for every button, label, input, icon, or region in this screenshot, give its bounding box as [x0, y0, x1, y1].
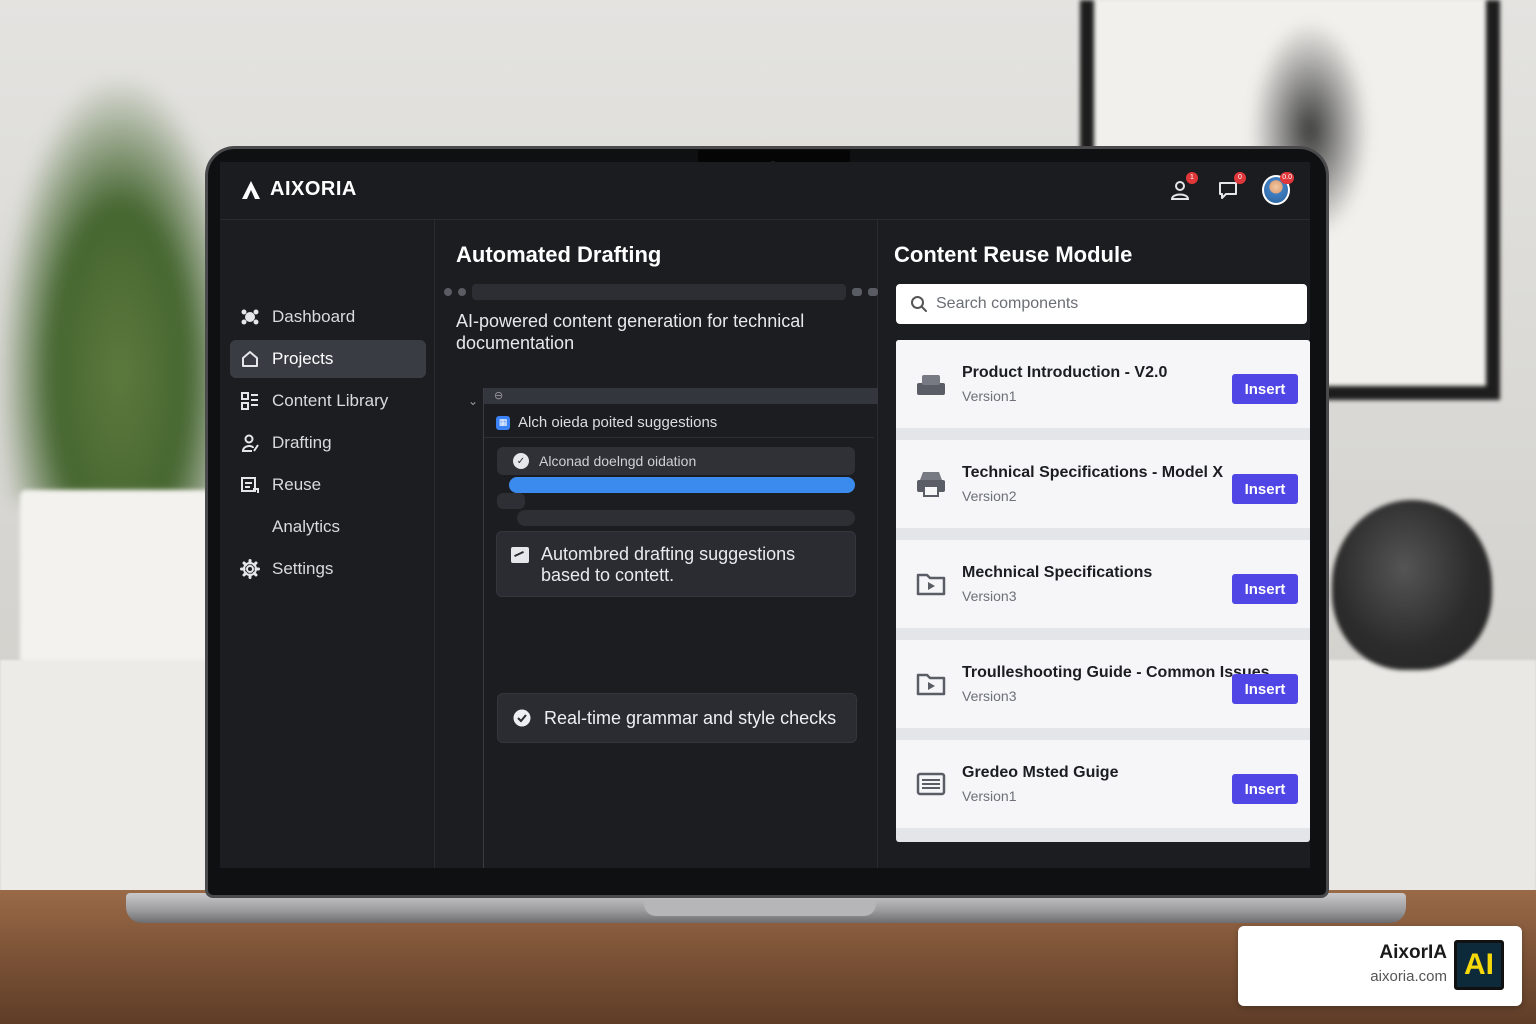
sidebar-item-drafting[interactable]: Drafting	[230, 424, 426, 462]
progress-bar	[509, 477, 855, 493]
editor-toolbar	[444, 284, 878, 300]
tree-header[interactable]: ⊖	[484, 388, 878, 404]
insert-button[interactable]: Insert	[1232, 774, 1298, 804]
sidebar-item-projects[interactable]: Projects	[230, 340, 426, 378]
sidebar-item-settings[interactable]: Settings	[230, 550, 426, 588]
sidebar-item-label: Drafting	[272, 433, 332, 452]
check-circle-icon: ✓	[513, 453, 529, 469]
watermark-badge: AixorIA aixoria.com AI	[1238, 926, 1522, 1006]
tree-row[interactable]: ▦ Alch oieda poited suggestions	[484, 408, 874, 438]
sidebar-item-label: Analytics	[272, 517, 341, 536]
reuse-icon	[240, 475, 260, 495]
chat-check-icon	[513, 709, 531, 727]
folder-play-icon	[914, 569, 948, 599]
document-lines-icon	[914, 769, 948, 799]
grammar-check-card[interactable]: Real-time grammar and style checks	[497, 693, 857, 743]
toolbar-dot[interactable]	[444, 288, 452, 296]
notifications-button[interactable]: 1	[1166, 172, 1198, 204]
watermark-logo: AI	[1454, 940, 1504, 990]
top-icons: 1 0 0.0	[1166, 172, 1294, 205]
placeholder-bar	[517, 510, 855, 526]
progress-fill	[509, 477, 855, 493]
image-edit-icon	[511, 547, 529, 563]
watermark-url: aixoria.com	[1370, 968, 1447, 985]
drafting-panel: Automated Drafting AI-powered content ge…	[436, 220, 878, 868]
insert-button[interactable]: Insert	[1232, 674, 1298, 704]
component-list: Product Introduction - V2.0 Version1 Ins…	[896, 340, 1310, 842]
drafting-suggestion-text: Autombred drafting suggestions based to …	[541, 544, 796, 585]
dashboard-icon	[240, 307, 260, 327]
notifications-badge: 1	[1186, 172, 1198, 184]
top-bar: AIXORIA 1 0 0.0	[220, 162, 1310, 220]
drafting-description: AI-powered content generation for techni…	[456, 311, 805, 353]
search-box	[896, 284, 1307, 324]
gear-icon	[240, 559, 260, 579]
background-cabinet-right	[1320, 660, 1536, 900]
placeholder-pill	[497, 493, 525, 509]
insert-button[interactable]: Insert	[1232, 574, 1298, 604]
insert-button[interactable]: Insert	[1232, 374, 1298, 404]
drafting-title: Automated Drafting	[456, 242, 662, 267]
box-stack-icon	[914, 369, 948, 399]
background-cabinet-left	[0, 660, 240, 900]
sidebar: Dashboard Projects Content Library Draft…	[220, 220, 435, 868]
sidebar-item-content-library[interactable]: Content Library	[230, 382, 426, 420]
background-vase	[1332, 500, 1492, 670]
profile-button[interactable]: 0.0	[1262, 172, 1294, 205]
insert-button[interactable]: Insert	[1232, 474, 1298, 504]
search-input[interactable]	[936, 295, 1296, 313]
tree-row-label: Alch oieda poited suggestions	[518, 414, 718, 431]
grammar-check-text: Real-time grammar and style checks	[544, 707, 837, 728]
messages-badge: 0	[1234, 172, 1246, 184]
folder-play-icon	[914, 669, 948, 699]
toolbar-bar	[472, 284, 846, 300]
suggestion-chip-label: Alconad doelngd oidation	[539, 453, 697, 469]
toolbar-control[interactable]	[852, 288, 862, 296]
component-card[interactable]: Product Introduction - V2.0 Version1 Ins…	[896, 340, 1310, 428]
component-card[interactable]: Mechnical Specifications Version3 Insert	[896, 540, 1310, 628]
sidebar-nav: Dashboard Projects Content Library Draft…	[230, 298, 426, 592]
component-card[interactable]: Troulleshooting Guide - Common Issues Ve…	[896, 640, 1310, 728]
suggestion-chip[interactable]: ✓ Alconad doelngd oidation	[497, 447, 855, 475]
suggestion-grid-icon: ▦	[496, 415, 510, 430]
sidebar-item-label: Settings	[272, 559, 334, 578]
sidebar-item-label: Reuse	[272, 475, 322, 494]
printer-icon	[914, 469, 948, 499]
drafting-suggestion-card[interactable]: Autombred drafting suggestions based to …	[496, 531, 856, 597]
tree-line	[483, 388, 484, 868]
chevron-down-icon[interactable]: ⌄	[468, 394, 478, 408]
sidebar-item-analytics[interactable]: Analytics	[230, 508, 426, 546]
home-icon	[240, 349, 260, 369]
profile-badge: 0.0	[1280, 172, 1294, 184]
toolbar-dot[interactable]	[458, 288, 466, 296]
content-reuse-panel: Content Reuse Module Product Introductio…	[879, 220, 1310, 868]
toolbar-control[interactable]	[868, 288, 878, 296]
search-icon	[911, 296, 927, 312]
library-icon	[240, 391, 260, 411]
brand-logo-icon	[242, 180, 260, 199]
sidebar-item-label: Content Library	[272, 391, 389, 410]
component-card[interactable]: Gredeo Msted Guige Version1 Insert	[896, 740, 1310, 828]
watermark-name: AixorIA	[1379, 942, 1447, 963]
background-plant	[0, 80, 240, 500]
drafting-tree: ⌄ ⊖ ▦ Alch oieda poited suggestions ✓ Al…	[464, 388, 878, 868]
content-reuse-title: Content Reuse Module	[894, 242, 1133, 267]
sidebar-item-dashboard[interactable]: Dashboard	[230, 298, 426, 336]
background-plant-pot	[20, 490, 220, 665]
component-card[interactable]: Technical Specifications - Model X Versi…	[896, 440, 1310, 528]
sidebar-item-reuse[interactable]: Reuse	[230, 466, 426, 504]
user-pen-icon	[240, 433, 260, 453]
laptop-hinge	[644, 900, 876, 916]
sidebar-item-label: Dashboard	[272, 307, 356, 326]
sidebar-item-label: Projects	[272, 349, 334, 368]
messages-button[interactable]: 0	[1214, 172, 1246, 204]
app-screen: AIXORIA 1 0 0.0 Dashboard Projects Conte…	[220, 162, 1310, 868]
brand[interactable]: AIXORIA	[240, 178, 357, 201]
brand-name: AIXORIA	[270, 178, 357, 200]
